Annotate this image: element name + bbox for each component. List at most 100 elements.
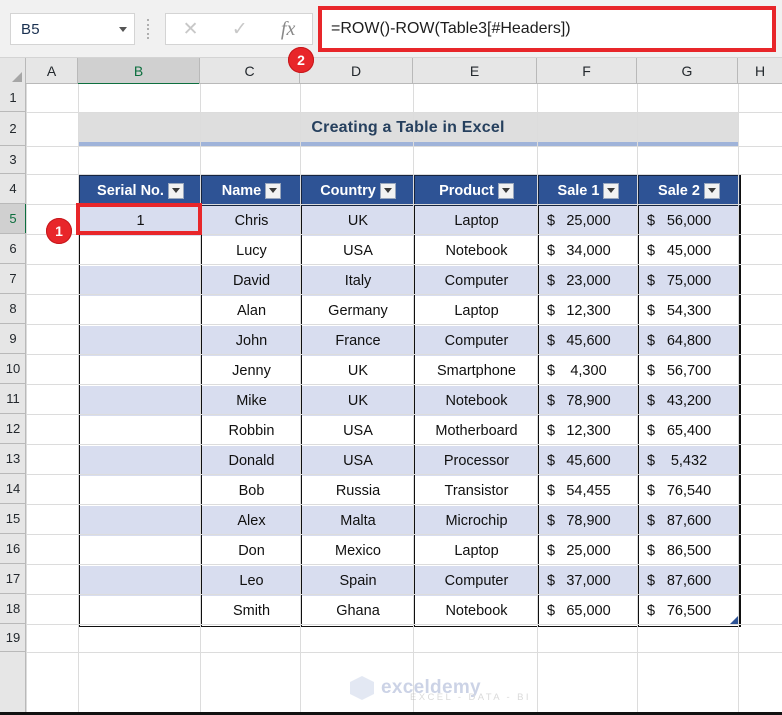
column-header-a[interactable]: A (26, 58, 78, 84)
cell-sale-2[interactable]: $86,500 (638, 535, 740, 566)
cell-product[interactable]: Notebook (414, 595, 539, 626)
row-header-14[interactable]: 14 (0, 474, 26, 504)
cell-sale-1[interactable]: $12,300 (538, 415, 639, 446)
cell-serial-no[interactable] (79, 325, 202, 356)
cell-sale-1[interactable]: $65,000 (538, 595, 639, 626)
cell-name[interactable]: Leo (201, 565, 302, 596)
row-header-10[interactable]: 10 (0, 354, 26, 384)
table-row[interactable]: Robbin USA Motherboard $12,300 $65,400 (79, 415, 740, 446)
column-sale-1[interactable]: Sale 1 (538, 175, 639, 206)
chevron-down-icon[interactable] (112, 14, 134, 44)
cell-country[interactable]: Italy (301, 265, 415, 296)
cell-name[interactable]: Don (201, 535, 302, 566)
row-header-19[interactable]: 19 (0, 624, 26, 652)
cell-country[interactable]: USA (301, 445, 415, 476)
cell-sale-2[interactable]: $56,700 (638, 355, 740, 386)
cell-country[interactable]: Russia (301, 475, 415, 506)
cell-serial-no[interactable] (79, 385, 202, 416)
row-header-6[interactable]: 6 (0, 234, 26, 264)
cell-name[interactable]: Robbin (201, 415, 302, 446)
select-all-corner[interactable] (0, 58, 26, 84)
table-row[interactable]: David Italy Computer $23,000 $75,000 (79, 265, 740, 296)
column-country[interactable]: Country (301, 175, 415, 206)
filter-dropdown-icon[interactable] (703, 182, 720, 199)
cell-name[interactable]: Donald (201, 445, 302, 476)
cell-country[interactable]: UK (301, 355, 415, 386)
cell-product[interactable]: Laptop (414, 205, 539, 236)
row-header-3[interactable]: 3 (0, 146, 26, 174)
cell-serial-no[interactable] (79, 265, 202, 296)
fx-icon[interactable]: fx (281, 19, 295, 39)
cell-sale-2[interactable]: $54,300 (638, 295, 740, 326)
column-header-g[interactable]: G (637, 58, 738, 84)
row-header-12[interactable]: 12 (0, 414, 26, 444)
column-header-b[interactable]: B (78, 58, 200, 85)
cell-country[interactable]: Germany (301, 295, 415, 326)
column-header-c[interactable]: C (200, 58, 300, 84)
row-header-2[interactable]: 2 (0, 112, 26, 146)
cell-product[interactable]: Laptop (414, 295, 539, 326)
cell-sale-1[interactable]: $45,600 (538, 325, 639, 356)
table-row[interactable]: Bob Russia Transistor $54,455 $76,540 (79, 475, 740, 506)
cell-serial-no[interactable] (79, 595, 202, 626)
cell-sale-2[interactable]: $87,600 (638, 505, 740, 536)
row-header-1[interactable]: 1 (0, 84, 26, 112)
cell-serial-no[interactable] (79, 355, 202, 386)
cell-name[interactable]: Alan (201, 295, 302, 326)
column-serial-no[interactable]: Serial No. (79, 175, 202, 206)
cell-serial-no[interactable] (79, 505, 202, 536)
close-icon[interactable]: ✕ (183, 20, 199, 39)
cell-country[interactable]: USA (301, 235, 415, 266)
cell-product[interactable]: Microchip (414, 505, 539, 536)
cell-sale-2[interactable]: $76,540 (638, 475, 740, 506)
cell-serial-no[interactable] (79, 565, 202, 596)
cell-name[interactable]: Alex (201, 505, 302, 536)
cell-name[interactable]: John (201, 325, 302, 356)
filter-dropdown-icon[interactable] (167, 182, 184, 199)
row-header-11[interactable]: 11 (0, 384, 26, 414)
cell-serial-no[interactable] (79, 415, 202, 446)
row-header-5[interactable]: 5 (0, 204, 27, 234)
filter-dropdown-icon[interactable] (603, 182, 620, 199)
table-row[interactable]: Mike UK Notebook $78,900 $43,200 (79, 385, 740, 416)
spreadsheet-grid[interactable]: Creating a Table in Excel Serial No. Nam… (26, 84, 782, 715)
column-header-f[interactable]: F (537, 58, 637, 84)
cell-sale-2[interactable]: $76,500 (638, 595, 740, 626)
column-header-d[interactable]: D (300, 58, 413, 84)
cell-product[interactable]: Motherboard (414, 415, 539, 446)
cell-sale-1[interactable]: $23,000 (538, 265, 639, 296)
check-icon[interactable]: ✓ (232, 20, 248, 39)
cell-sale-1[interactable]: $25,000 (538, 535, 639, 566)
filter-dropdown-icon[interactable] (265, 182, 282, 199)
cell-product[interactable]: Transistor (414, 475, 539, 506)
column-header-h[interactable]: H (738, 58, 782, 84)
cell-sale-1[interactable]: $4,300 (538, 355, 639, 386)
cell-sale-2[interactable]: $75,000 (638, 265, 740, 296)
cell-product[interactable]: Computer (414, 565, 539, 596)
cell-product[interactable]: Notebook (414, 385, 539, 416)
cell-product[interactable]: Smartphone (414, 355, 539, 386)
excel-data-table[interactable]: Serial No. Name Country Product Sale 1 S… (78, 174, 741, 627)
row-header-13[interactable]: 13 (0, 444, 26, 474)
cell-country[interactable]: UK (301, 205, 415, 236)
cell-sale-2[interactable]: $5,432 (638, 445, 740, 476)
cell-sale-1[interactable]: $12,300 (538, 295, 639, 326)
cell-country[interactable]: UK (301, 385, 415, 416)
cell-sale-1[interactable]: $37,000 (538, 565, 639, 596)
row-header-4[interactable]: 4 (0, 174, 26, 204)
cell-serial-no[interactable]: 1 (79, 205, 202, 236)
row-header-8[interactable]: 8 (0, 294, 26, 324)
cell-sale-2[interactable]: $45,000 (638, 235, 740, 266)
row-header-9[interactable]: 9 (0, 324, 26, 354)
cell-name[interactable]: Mike (201, 385, 302, 416)
table-row[interactable]: John France Computer $45,600 $64,800 (79, 325, 740, 356)
cell-sale-2[interactable]: $43,200 (638, 385, 740, 416)
row-header-16[interactable]: 16 (0, 534, 26, 564)
cell-country[interactable]: Spain (301, 565, 415, 596)
cell-name[interactable]: Lucy (201, 235, 302, 266)
table-row[interactable]: Alan Germany Laptop $12,300 $54,300 (79, 295, 740, 326)
cell-serial-no[interactable] (79, 445, 202, 476)
table-row[interactable]: Lucy USA Notebook $34,000 $45,000 (79, 235, 740, 266)
column-name[interactable]: Name (201, 175, 302, 206)
cell-sale-2[interactable]: $56,000 (638, 205, 740, 236)
